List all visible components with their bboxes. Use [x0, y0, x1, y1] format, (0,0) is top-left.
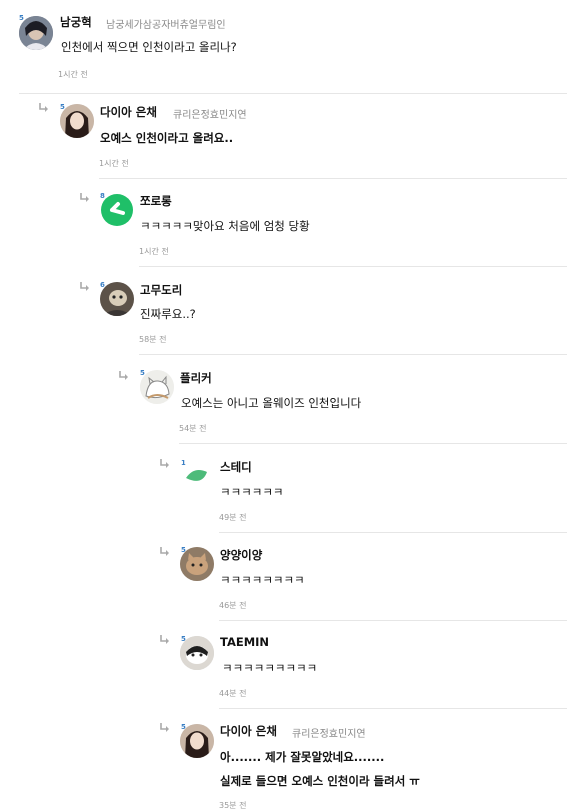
comment-time: 44분 전	[219, 689, 247, 698]
reply-arrow-icon	[160, 635, 169, 644]
comment-text: 아....... 제가 잘못알았네요.......	[220, 750, 385, 764]
reply-arrow-icon	[119, 371, 128, 380]
author-nickname[interactable]: 플리커	[180, 370, 212, 386]
divider	[99, 178, 567, 179]
divider	[219, 620, 567, 621]
comment-text: ㅋㅋㅋㅋㅋ맞아요 처음에 엄청 당황	[140, 219, 310, 233]
author-nickname[interactable]: 쪼로롱	[140, 193, 172, 209]
divider	[139, 354, 567, 355]
reply-arrow-icon	[160, 723, 169, 732]
avatar[interactable]	[180, 547, 214, 581]
avatar[interactable]	[140, 370, 174, 404]
comment-text: ㅋㅋㅋㅋㅋㅋㅋㅋㅋ	[222, 661, 318, 675]
divider	[19, 93, 567, 94]
comment-text: 오예스는 아니고 올웨이즈 인천입니다	[181, 396, 362, 410]
avatar[interactable]	[19, 16, 53, 50]
avatar[interactable]	[100, 193, 134, 227]
reply-arrow-icon	[160, 547, 169, 556]
comment-time: 1시간 전	[99, 159, 129, 168]
comment-time: 58분 전	[139, 335, 167, 344]
avatar[interactable]	[100, 282, 134, 316]
reply-arrow-icon	[80, 193, 89, 202]
comment-text: ㅋㅋㅋㅋㅋㅋ	[220, 485, 284, 499]
divider	[139, 266, 567, 267]
avatar[interactable]	[180, 724, 214, 758]
author-nickname[interactable]: 고무도리	[140, 282, 182, 298]
comment-text: 진짜루요..?	[140, 307, 196, 321]
comment-time: 1시간 전	[58, 70, 88, 79]
divider	[219, 708, 567, 709]
reply-arrow-icon	[39, 103, 48, 112]
author-nickname[interactable]: 남궁혁	[60, 14, 92, 30]
comment-time: 54분 전	[179, 424, 207, 433]
author-title: 남궁세가삼공자버츄얼무림인	[106, 20, 226, 31]
author-nickname[interactable]: 다이아 은채	[220, 723, 277, 739]
divider	[179, 443, 567, 444]
avatar[interactable]	[180, 636, 214, 670]
comment-time: 1시간 전	[139, 247, 169, 256]
comment-text: ㅋㅋㅋㅋㅋㅋㅋㅋ	[220, 573, 305, 587]
reply-arrow-icon	[80, 282, 89, 291]
author-title: 큐리은정효민지연	[173, 110, 247, 121]
comment-text: 오예스 인천이라고 올려요..	[100, 131, 234, 145]
comment-time: 46분 전	[219, 601, 247, 610]
author-nickname[interactable]: TAEMIN	[220, 635, 269, 649]
avatar[interactable]	[180, 460, 214, 494]
comment-text: 인천에서 찍으면 인천이라고 올리나?	[61, 40, 237, 54]
divider	[219, 532, 567, 533]
comment-time: 49분 전	[219, 513, 247, 522]
author-nickname[interactable]: 스테디	[220, 459, 252, 475]
comment-time: 35분 전	[219, 801, 247, 810]
author-title: 큐리은정효민지연	[292, 729, 366, 740]
author-nickname[interactable]: 양양이양	[220, 547, 262, 563]
reply-arrow-icon	[160, 459, 169, 468]
author-nickname[interactable]: 다이아 은채	[100, 104, 157, 120]
comment-text: 실제로 들으면 오예스 인천이라 들려서 ㅠ	[220, 774, 420, 788]
avatar[interactable]	[60, 104, 94, 138]
